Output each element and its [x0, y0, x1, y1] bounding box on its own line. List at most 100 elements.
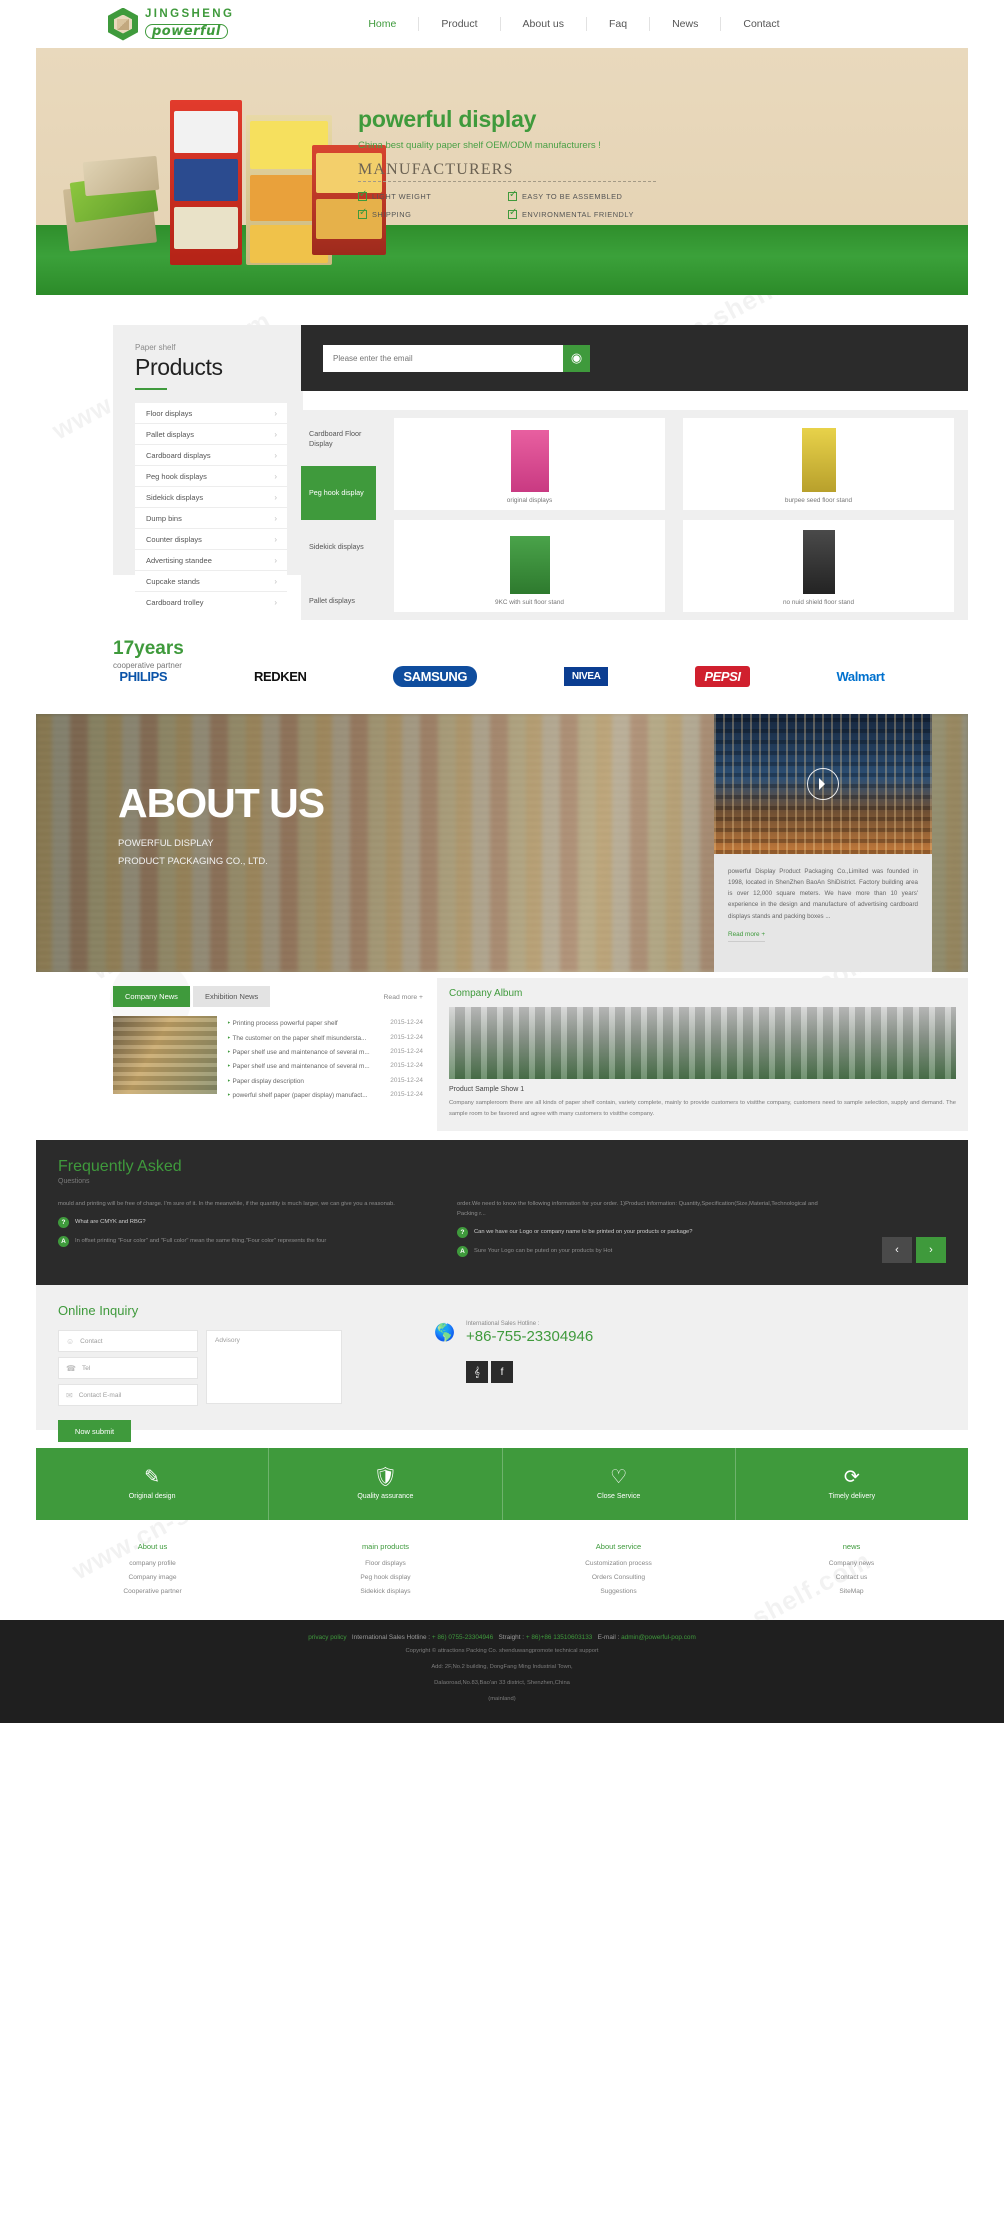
- main-navigation[interactable]: Home Product About us Faq News Contact: [346, 17, 801, 31]
- footer-link[interactable]: Company news: [735, 1560, 968, 1567]
- service-timely-delivery[interactable]: ⟳ Timely delivery: [736, 1448, 968, 1520]
- album-image[interactable]: [449, 1007, 956, 1079]
- footer-link[interactable]: Suggestions: [502, 1588, 735, 1595]
- category-item-cardboard-displays[interactable]: Cardboard displays ›: [135, 445, 287, 466]
- product-thumbnail: [683, 424, 954, 492]
- heart-check-icon: ♡: [610, 1467, 628, 1488]
- inquiry-advisory-textarea[interactable]: Advisory: [206, 1330, 342, 1404]
- service-close-service[interactable]: ♡ Close Service: [503, 1448, 736, 1520]
- product-tab-list[interactable]: Cardboard Floor Display Peg hook display…: [301, 410, 376, 620]
- footer-link[interactable]: Orders Consulting: [502, 1574, 735, 1581]
- faq-next-button[interactable]: ›: [916, 1237, 946, 1263]
- faq-prev-button[interactable]: ‹: [882, 1237, 912, 1263]
- bottom-straight-label: Straight :: [498, 1634, 525, 1641]
- product-tab-cardboard-floor-display[interactable]: Cardboard Floor Display: [301, 412, 376, 466]
- nav-item-contact[interactable]: Contact: [720, 17, 801, 31]
- address-line-3: (mainland): [488, 1696, 516, 1702]
- faq-item[interactable]: mould and printing will be free of charg…: [58, 1199, 439, 1209]
- category-item-dump-bins[interactable]: Dump bins ›: [135, 508, 287, 529]
- product-card[interactable]: burpee seed floor stand: [683, 418, 954, 510]
- chevron-right-icon: ›: [274, 408, 277, 418]
- footer-link[interactable]: Contact us: [735, 1574, 968, 1581]
- social-links[interactable]: 𝄞 f: [466, 1361, 593, 1383]
- newsletter-email-input[interactable]: [323, 344, 563, 372]
- product-card[interactable]: no nuid shield floor stand: [683, 520, 954, 612]
- category-item-floor-displays[interactable]: Floor displays ›: [135, 403, 287, 424]
- privacy-policy-link[interactable]: privacy policy: [308, 1634, 346, 1641]
- nav-item-product[interactable]: Product: [418, 17, 499, 31]
- nav-item-faq[interactable]: Faq: [586, 17, 649, 31]
- category-item-counter-displays[interactable]: Counter displays ›: [135, 529, 287, 550]
- advisory-placeholder: Advisory: [215, 1337, 240, 1344]
- footer-link[interactable]: SiteMap: [735, 1588, 968, 1595]
- nav-item-news[interactable]: News: [649, 17, 720, 31]
- logo-hexagon-icon: [108, 7, 138, 41]
- product-tab-pallet-displays[interactable]: Pallet displays: [301, 574, 376, 628]
- product-tab-peg-hook-display[interactable]: Peg hook display: [301, 466, 376, 520]
- news-item-date: 2015-12-24: [390, 1047, 423, 1055]
- footer-link[interactable]: Cooperative partner: [36, 1588, 269, 1595]
- shield-icon: 🛡: [373, 1467, 398, 1488]
- inquiry-tel-field[interactable]: ☎ Tel: [58, 1357, 198, 1379]
- category-item-advertising-standee[interactable]: Advertising standee ›: [135, 550, 287, 571]
- category-item-peg-hook-displays[interactable]: Peg hook displays ›: [135, 466, 287, 487]
- news-tab-list[interactable]: Company News Exhibition News Read more +: [113, 986, 423, 1007]
- news-list-item[interactable]: Paper display description 2015-12-24: [227, 1074, 423, 1088]
- product-category-list[interactable]: Floor displays › Pallet displays › Cardboa…: [135, 403, 287, 612]
- tab-company-news[interactable]: Company News: [113, 986, 190, 1007]
- category-item-sidekick-displays[interactable]: Sidekick displays ›: [135, 487, 287, 508]
- album-caption: Product Sample Show 1: [449, 1086, 525, 1093]
- site-logo[interactable]: JINGSHENG powerful: [108, 7, 234, 41]
- news-list-item[interactable]: Paper shelf use and maintenance of sever…: [227, 1059, 423, 1073]
- footer-link[interactable]: Company image: [36, 1574, 269, 1581]
- footer-link[interactable]: Peg hook display: [269, 1574, 502, 1581]
- twitter-icon[interactable]: 𝄞: [466, 1361, 488, 1383]
- question-mark-icon: A: [457, 1246, 468, 1258]
- footer-column-title: About service: [595, 1542, 642, 1551]
- news-list-item[interactable]: powerful shelf paper (paper display) man…: [227, 1088, 423, 1102]
- footer-link[interactable]: Customization process: [502, 1560, 735, 1567]
- news-list-item[interactable]: The customer on the paper shelf misunder…: [227, 1030, 423, 1044]
- logo-subname: powerful: [145, 23, 228, 39]
- nav-item-home[interactable]: Home: [346, 17, 418, 31]
- footer-link[interactable]: Sidekick displays: [269, 1588, 502, 1595]
- service-original-design[interactable]: ✎ Original design: [36, 1448, 270, 1520]
- faq-item[interactable]: ? What are CMYK and RBG?: [58, 1217, 439, 1229]
- category-item-cupcake-stands[interactable]: Cupcake stands ›: [135, 571, 287, 592]
- product-card[interactable]: 9KC with suit floor stand: [394, 520, 665, 612]
- bottom-email-label: E-mail :: [597, 1634, 620, 1641]
- faq-pagination[interactable]: ‹ ›: [882, 1237, 946, 1263]
- category-item-pallet-displays[interactable]: Pallet displays ›: [135, 424, 287, 445]
- about-read-more-link[interactable]: Read more +: [728, 931, 766, 942]
- rss-icon[interactable]: ◉: [563, 344, 590, 372]
- faq-item[interactable]: ? Can we have our Logo or company name t…: [457, 1227, 838, 1239]
- product-card[interactable]: original displays: [394, 418, 665, 510]
- faq-item[interactable]: A Sure Your Logo can be puted on your pr…: [457, 1246, 838, 1258]
- about-video-thumbnail[interactable]: [714, 714, 932, 854]
- service-quality-assurance[interactable]: 🛡 Quality assurance: [269, 1448, 503, 1520]
- product-tab-sidekick-displays[interactable]: Sidekick displays: [301, 520, 376, 574]
- play-icon[interactable]: [807, 768, 839, 800]
- now-submit-button[interactable]: Now submit: [58, 1420, 131, 1442]
- bottom-email-link[interactable]: admin@powerful-pop.com: [621, 1634, 696, 1641]
- question-mark-icon: ?: [58, 1217, 69, 1229]
- tab-exhibition-news[interactable]: Exhibition News: [192, 986, 271, 1007]
- news-list-item[interactable]: Printing process powerful paper shelf 201…: [227, 1016, 423, 1030]
- faq-item[interactable]: order.We need to know the following info…: [457, 1199, 838, 1219]
- news-list-item[interactable]: Paper shelf use and maintenance of sever…: [227, 1045, 423, 1059]
- check-icon: [508, 207, 518, 219]
- hero-feature-label: ENVIRONMENTAL FRIENDLY: [522, 210, 634, 219]
- nav-item-about-us[interactable]: About us: [499, 17, 586, 31]
- facebook-icon[interactable]: f: [491, 1361, 513, 1383]
- news-album-section: Company News Exhibition News Read more +…: [0, 978, 1004, 1132]
- inquiry-contact-field[interactable]: ☺ Contact: [58, 1330, 198, 1352]
- footer-link[interactable]: Floor displays: [269, 1560, 502, 1567]
- news-read-more-link[interactable]: Read more +: [384, 994, 423, 1001]
- footer-link[interactable]: company profile: [36, 1560, 269, 1567]
- news-list[interactable]: Printing process powerful paper shelf 201…: [227, 1016, 423, 1102]
- inquiry-email-field[interactable]: ✉ Contact E-mail: [58, 1384, 198, 1406]
- news-item-title: Paper shelf use and maintenance of sever…: [227, 1048, 370, 1056]
- hotline-label: International Sales Hotline :: [466, 1321, 540, 1327]
- category-item-cardboard-trolley[interactable]: Cardboard trolley ›: [135, 592, 287, 612]
- faq-item[interactable]: A In offset printing "Four color" and "F…: [58, 1236, 439, 1248]
